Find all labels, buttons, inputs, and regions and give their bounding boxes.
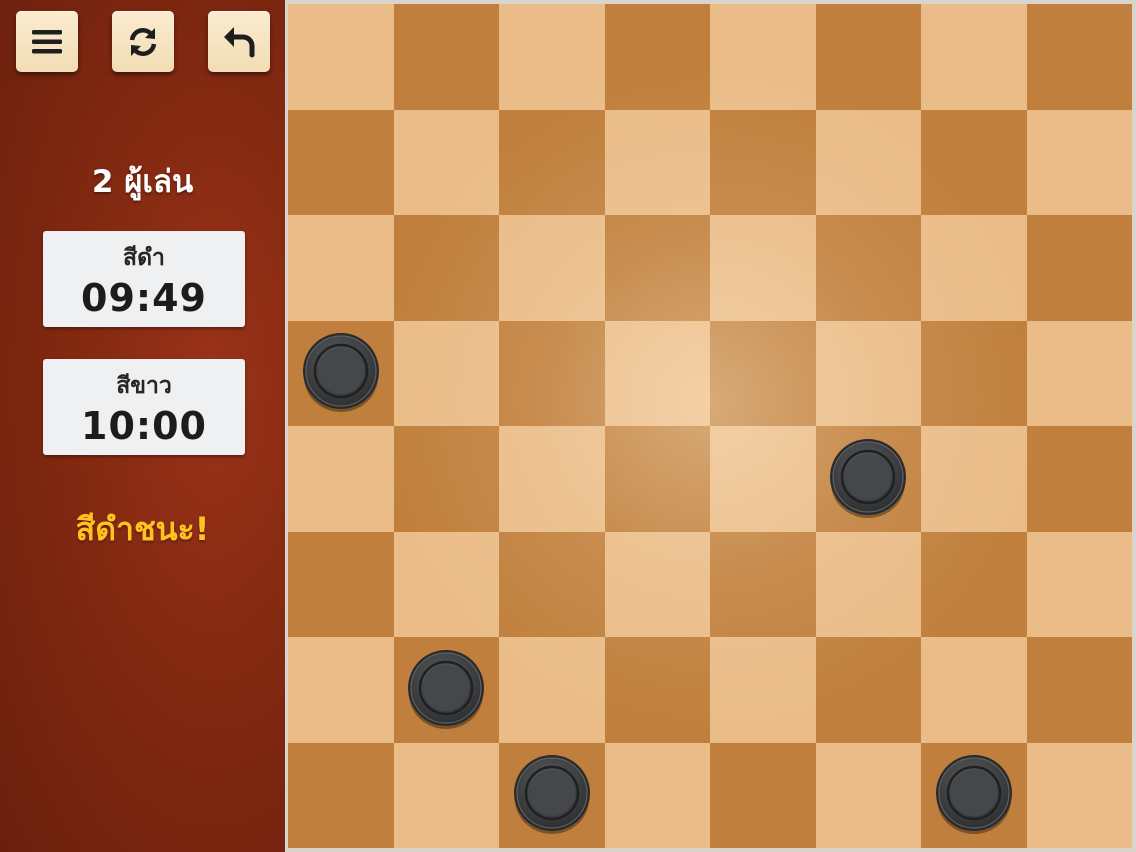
board-square-r2-c0[interactable] xyxy=(288,215,394,321)
black-checker-piece[interactable] xyxy=(407,648,485,729)
white-clock-time: 10:00 xyxy=(81,404,207,448)
board-square-r6-c7[interactable] xyxy=(1026,637,1132,743)
board-square-r3-c1[interactable] xyxy=(393,320,499,426)
board-square-r4-c7[interactable] xyxy=(1026,426,1132,532)
board-square-r5-c4[interactable] xyxy=(710,531,816,637)
board-square-r5-c5[interactable] xyxy=(815,531,921,637)
board-square-r1-c1[interactable] xyxy=(393,109,499,215)
black-checker-piece[interactable] xyxy=(302,331,380,413)
undo-button[interactable] xyxy=(208,11,270,72)
board-square-r7-c3[interactable] xyxy=(604,742,710,848)
board-square-r6-c0[interactable] xyxy=(288,637,394,743)
board-square-r1-c6[interactable] xyxy=(921,109,1027,215)
board-square-r0-c4[interactable] xyxy=(710,4,816,110)
restart-button[interactable] xyxy=(112,11,174,72)
board-square-r6-c6[interactable] xyxy=(921,637,1027,743)
board-square-r0-c3[interactable] xyxy=(604,4,710,110)
sidebar: 2 ผู้เล่น สีดำ 09:49 สีขาว 10:00 สีดำชนะ… xyxy=(0,0,285,852)
board-square-r3-c7[interactable] xyxy=(1026,320,1132,426)
board-square-r2-c4[interactable] xyxy=(710,215,816,321)
board-square-r4-c4[interactable] xyxy=(710,426,816,532)
board-square-r7-c7[interactable] xyxy=(1026,742,1132,848)
undo-arrow-icon xyxy=(221,25,257,59)
board-square-r1-c5[interactable] xyxy=(815,109,921,215)
board-square-r5-c2[interactable] xyxy=(499,531,605,637)
restart-icon xyxy=(126,25,160,59)
board-square-r2-c7[interactable] xyxy=(1026,215,1132,321)
board-square-r5-c7[interactable] xyxy=(1026,531,1132,637)
board-square-r1-c4[interactable] xyxy=(710,109,816,215)
checkers-app: 2 ผู้เล่น สีดำ 09:49 สีขาว 10:00 สีดำชนะ… xyxy=(0,0,1136,852)
board-square-r5-c6[interactable] xyxy=(921,531,1027,637)
board-square-r3-c5[interactable] xyxy=(815,320,921,426)
board-square-r7-c5[interactable] xyxy=(815,742,921,848)
board-square-r5-c3[interactable] xyxy=(604,531,710,637)
board-square-r1-c0[interactable] xyxy=(288,109,394,215)
board-square-r5-c0[interactable] xyxy=(288,531,394,637)
board-square-r4-c2[interactable] xyxy=(499,426,605,532)
board-square-r4-c0[interactable] xyxy=(288,426,394,532)
board-square-r7-c4[interactable] xyxy=(710,742,816,848)
black-checker-piece[interactable] xyxy=(829,437,907,518)
board-square-r6-c5[interactable] xyxy=(815,637,921,743)
game-status: สีดำชนะ! xyxy=(75,510,210,548)
board-square-r3-c4[interactable] xyxy=(710,320,816,426)
board-square-r2-c2[interactable] xyxy=(499,215,605,321)
board-square-r1-c7[interactable] xyxy=(1026,109,1132,215)
board-square-r5-c1[interactable] xyxy=(393,531,499,637)
board-square-r3-c3[interactable] xyxy=(604,320,710,426)
board-square-r6-c2[interactable] xyxy=(499,637,605,743)
board-square-r7-c0[interactable] xyxy=(288,742,394,848)
board-square-r0-c7[interactable] xyxy=(1026,4,1132,110)
menu-button[interactable] xyxy=(16,11,78,72)
board-square-r2-c6[interactable] xyxy=(921,215,1027,321)
board-square-r0-c6[interactable] xyxy=(921,4,1027,110)
white-clock: สีขาว 10:00 xyxy=(43,359,245,455)
hamburger-menu-icon xyxy=(30,27,64,57)
board-square-r4-c3[interactable] xyxy=(604,426,710,532)
game-mode-title: 2 ผู้เล่น xyxy=(91,164,194,200)
board-square-r3-c2[interactable] xyxy=(499,320,605,426)
board-square-r6-c4[interactable] xyxy=(710,637,816,743)
black-clock-time: 09:49 xyxy=(81,276,207,320)
board-square-r0-c2[interactable] xyxy=(499,4,605,110)
board-square-r2-c1[interactable] xyxy=(393,215,499,321)
board-square-r4-c1[interactable] xyxy=(393,426,499,532)
board-square-r6-c3[interactable] xyxy=(604,637,710,743)
board-square-r2-c5[interactable] xyxy=(815,215,921,321)
black-checker-piece[interactable] xyxy=(513,753,591,835)
board-square-r3-c6[interactable] xyxy=(921,320,1027,426)
board-square-r0-c5[interactable] xyxy=(815,4,921,110)
board-square-r7-c1[interactable] xyxy=(393,742,499,848)
black-checker-piece[interactable] xyxy=(935,753,1013,835)
board-square-r1-c3[interactable] xyxy=(604,109,710,215)
board-square-r0-c0[interactable] xyxy=(288,4,394,110)
board-square-r4-c6[interactable] xyxy=(921,426,1027,532)
checkers-board xyxy=(288,4,1132,848)
board-square-r2-c3[interactable] xyxy=(604,215,710,321)
black-clock-label: สีดำ xyxy=(123,245,165,271)
black-clock: สีดำ 09:49 xyxy=(43,231,245,327)
board-square-r1-c2[interactable] xyxy=(499,109,605,215)
white-clock-label: สีขาว xyxy=(116,373,172,399)
board-square-r0-c1[interactable] xyxy=(393,4,499,110)
